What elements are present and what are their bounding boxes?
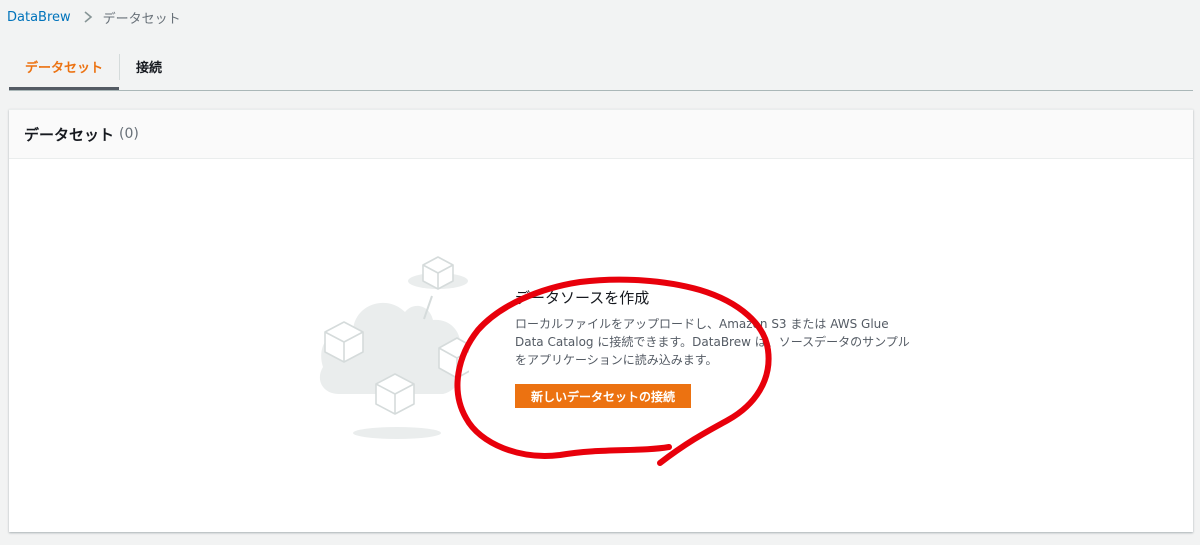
breadcrumb-databrew-link[interactable]: DataBrew — [7, 10, 71, 25]
empty-state-description: ローカルファイルをアップロードし、Amazon S3 または AWS Glue … — [515, 315, 915, 369]
panel-header: データセット (0) — [9, 110, 1193, 159]
connect-new-dataset-button[interactable]: 新しいデータセットの接続 — [515, 384, 691, 408]
empty-state-description-line: Data Catalog に接続できます。DataBrew は、ソースデータのサ… — [515, 335, 910, 349]
empty-state: データソースを作成 ローカルファイルをアップロードし、Amazon S3 または… — [515, 287, 915, 369]
empty-state-description-line: をアプリケーションに読み込みます。 — [515, 353, 718, 367]
panel-title: データセット — [24, 125, 115, 144]
dataset-count: (0) — [119, 126, 139, 142]
tab-connections[interactable]: 接続 — [120, 44, 178, 88]
tab-bar: データセット 接続 — [9, 44, 1193, 91]
breadcrumb-current: データセット — [102, 11, 181, 27]
chevron-right-icon — [84, 11, 92, 23]
datasets-panel: データセット (0) データソースを作成 ローカルファイルをアップロードし、Am… — [9, 109, 1193, 532]
empty-state-description-line: ローカルファイルをアップロードし、Amazon S3 または AWS Glue — [515, 317, 889, 331]
cloud-data-illustration — [319, 256, 469, 439]
breadcrumb: DataBrew データセット — [7, 8, 181, 27]
tab-datasets[interactable]: データセット — [9, 44, 120, 90]
empty-state-title: データソースを作成 — [515, 289, 650, 307]
